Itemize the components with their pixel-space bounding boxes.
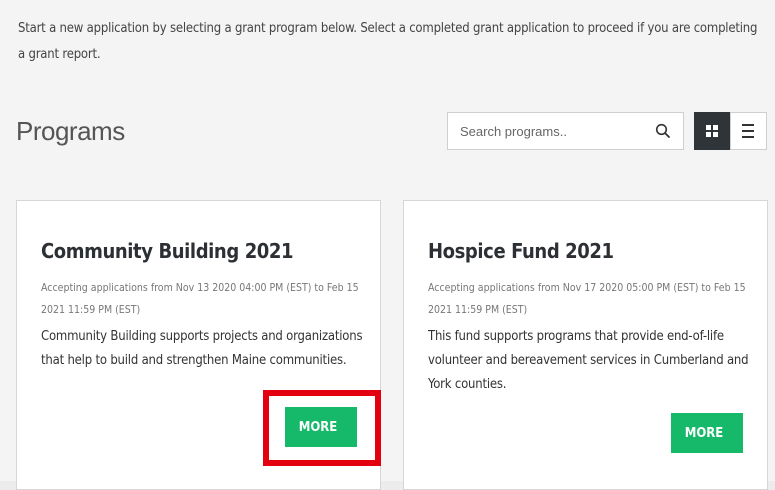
page-title: Programs (16, 116, 125, 146)
program-title[interactable]: Community Building 2021 (41, 239, 294, 263)
program-dates: Accepting applications from Nov 17 2020 … (428, 282, 746, 316)
list-view-icon (742, 124, 754, 138)
program-card[interactable]: Hospice Fund 2021 Accepting applications… (403, 200, 768, 490)
intro-text: Start a new application by selecting a g… (18, 21, 758, 62)
more-button-label: MORE (684, 425, 724, 441)
program-dates: Accepting applications from Nov 13 2020 … (41, 282, 359, 316)
program-description: Community Building supports projects and… (41, 329, 363, 368)
program-title[interactable]: Hospice Fund 2021 (428, 239, 614, 263)
program-card[interactable]: Community Building 2021 Accepting applic… (16, 200, 381, 490)
search-input[interactable] (448, 113, 648, 149)
page: Start a new application by selecting a g… (0, 0, 775, 490)
grid-view-icon (706, 125, 718, 137)
more-button[interactable]: MORE (671, 413, 743, 453)
more-button[interactable]: MORE (285, 407, 357, 447)
search-box[interactable] (447, 112, 684, 150)
list-view-button[interactable] (730, 112, 767, 150)
search-icon[interactable] (655, 123, 671, 139)
program-description: This fund supports programs that provide… (428, 329, 749, 392)
more-button-label: MORE (298, 419, 338, 435)
grid-view-button[interactable] (694, 112, 730, 150)
